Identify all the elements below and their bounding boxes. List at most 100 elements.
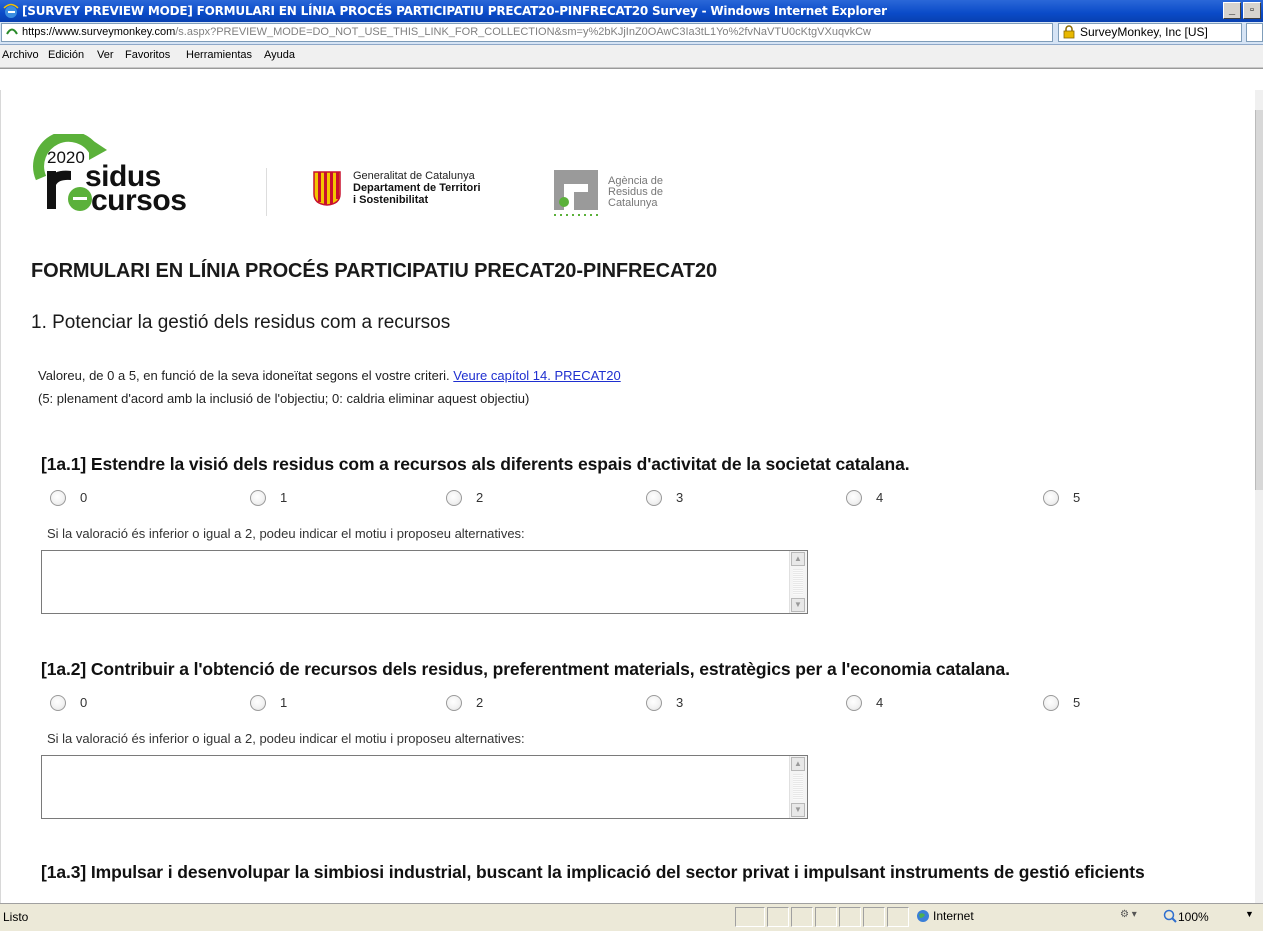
instruction-text: Valoreu, de 0 a 5, en funció de la seva … (38, 368, 454, 383)
survey-title: FORMULARI EN LÍNIA PROCÉS PARTICIPATIU P… (31, 260, 717, 282)
option-5[interactable]: 5 (1043, 694, 1080, 711)
comment-textarea-1a1[interactable]: ▲ ▼ (41, 550, 808, 614)
url-path: /s.aspx?PREVIEW_MODE=DO_NOT_USE_THIS_LIN… (175, 26, 871, 38)
zoom-level[interactable]: 100% (1178, 910, 1209, 924)
certificate-label: SurveyMonkey, Inc [US] (1080, 25, 1208, 39)
menu-archivo[interactable]: Archivo (2, 49, 39, 61)
radio-button[interactable] (446, 694, 462, 711)
status-pane (791, 907, 813, 927)
zoom-dropdown-icon[interactable]: ▼ (1245, 909, 1254, 919)
option-2[interactable]: 2 (446, 489, 483, 506)
residus-recursos-logo: 2020 sidus cursos (33, 134, 233, 217)
option-5[interactable]: 5 (1043, 489, 1080, 506)
status-pane (767, 907, 789, 927)
radio-button[interactable] (1043, 489, 1059, 506)
option-label: 1 (280, 490, 288, 506)
radio-button[interactable] (846, 694, 862, 711)
status-pane (863, 907, 885, 927)
radio-button[interactable] (250, 694, 266, 711)
textarea-scrollbar[interactable]: ▲ ▼ (789, 551, 807, 613)
option-1[interactable]: 1 (250, 694, 287, 711)
arc-logo: Agència de Residus de Catalunya (554, 170, 704, 220)
instructions: Valoreu, de 0 a 5, en funció de la seva … (38, 368, 621, 383)
page-content: 2020 sidus cursos Generalitat de Catalun… (0, 90, 1256, 903)
radio-button[interactable] (646, 489, 662, 506)
generalitat-line3: i Sostenibilitat (353, 194, 429, 206)
menu-bar: Archivo Edición Ver Favoritos Herramient… (0, 45, 1263, 68)
option-1[interactable]: 1 (250, 489, 287, 506)
section-title: 1. Potenciar la gestió dels residus com … (31, 312, 451, 333)
scroll-up-icon[interactable]: ▲ (791, 552, 805, 566)
comment-textarea-1a2[interactable]: ▲ ▼ (41, 755, 808, 819)
restore-button[interactable]: ▫ (1243, 2, 1261, 19)
lock-icon (1063, 25, 1075, 39)
status-pane (839, 907, 861, 927)
url-scheme: https:// (22, 26, 56, 38)
internet-explorer-icon (3, 3, 19, 18)
menu-ayuda[interactable]: Ayuda (264, 49, 295, 61)
content-top-strip (0, 68, 1263, 91)
generalitat-logo: Generalitat de Catalunya Departament de … (312, 170, 532, 210)
radio-button[interactable] (846, 489, 862, 506)
menu-herramientas[interactable]: Herramientas (186, 49, 252, 61)
textarea-scrollbar[interactable]: ▲ ▼ (789, 756, 807, 818)
arc-emblem-icon (554, 170, 598, 216)
status-pane (815, 907, 837, 927)
radio-button[interactable] (50, 694, 66, 711)
generalitat-line1: Generalitat de Catalunya (353, 170, 475, 182)
option-2[interactable]: 2 (446, 694, 483, 711)
menu-favoritos[interactable]: Favoritos (125, 49, 170, 61)
option-label: 3 (676, 695, 684, 711)
scroll-down-icon[interactable]: ▼ (791, 598, 805, 612)
radio-button[interactable] (1043, 694, 1059, 711)
instruction-note: (5: plenament d'acord amb la inclusió de… (38, 391, 530, 406)
refresh-button[interactable] (1246, 23, 1263, 42)
scroll-up-icon[interactable]: ▲ (791, 757, 805, 771)
security-zone[interactable]: Internet (910, 907, 1110, 927)
scroll-down-icon[interactable]: ▼ (791, 803, 805, 817)
window-title-bar: [SURVEY PREVIEW MODE] FORMULARI EN LÍNIA… (0, 0, 1263, 22)
radio-button[interactable] (446, 489, 462, 506)
logo-divider (266, 168, 267, 216)
status-text: Listo (3, 910, 29, 924)
address-bar: https://www.surveymonkey.com/s.aspx?PREV… (0, 22, 1263, 45)
window-title: [SURVEY PREVIEW MODE] FORMULARI EN LÍNIA… (22, 4, 887, 18)
menu-edicion[interactable]: Edición (48, 49, 84, 61)
radio-button[interactable] (646, 694, 662, 711)
generalitat-emblem-icon (313, 171, 341, 206)
option-4[interactable]: 4 (846, 489, 883, 506)
zone-label: Internet (933, 909, 974, 923)
option-3[interactable]: 3 (646, 489, 683, 506)
option-label: 4 (876, 490, 884, 506)
option-label: 2 (476, 695, 484, 711)
logo-text-line2: cursos (91, 184, 187, 217)
scrollbar-thumb[interactable] (1255, 110, 1263, 490)
option-label: 5 (1073, 490, 1081, 506)
status-bar: Listo Internet ⚙ ▾ 100% ▼ (0, 903, 1263, 931)
option-label: 5 (1073, 695, 1081, 711)
menu-ver[interactable]: Ver (97, 49, 114, 61)
chapter-link[interactable]: Veure capítol 14. PRECAT20 (453, 368, 620, 383)
minimize-button[interactable]: _ (1223, 2, 1241, 19)
arc-line3: Catalunya (608, 197, 658, 209)
option-0[interactable]: 0 (50, 489, 87, 506)
radio-button[interactable] (250, 489, 266, 506)
protected-mode-icon[interactable]: ⚙ ▾ (1120, 909, 1150, 923)
logo-year: 2020 (47, 148, 85, 167)
radio-button[interactable] (50, 489, 66, 506)
option-4[interactable]: 4 (846, 694, 883, 711)
status-pane (887, 907, 909, 927)
url-field[interactable]: https://www.surveymonkey.com/s.aspx?PREV… (1, 23, 1053, 42)
option-3[interactable]: 3 (646, 694, 683, 711)
comment-label: Si la valoració és inferior o igual a 2,… (47, 731, 525, 746)
globe-icon (917, 910, 929, 922)
option-label: 0 (80, 490, 88, 506)
security-report-button[interactable]: SurveyMonkey, Inc [US] (1058, 23, 1242, 42)
option-0[interactable]: 0 (50, 694, 87, 711)
option-label: 3 (676, 490, 684, 506)
status-pane (735, 907, 765, 927)
comment-label: Si la valoració és inferior o igual a 2,… (47, 526, 525, 541)
page-scrollbar[interactable] (1255, 90, 1263, 903)
zoom-icon[interactable] (1163, 909, 1177, 923)
url-domain: www.surveymonkey.com (55, 26, 176, 38)
